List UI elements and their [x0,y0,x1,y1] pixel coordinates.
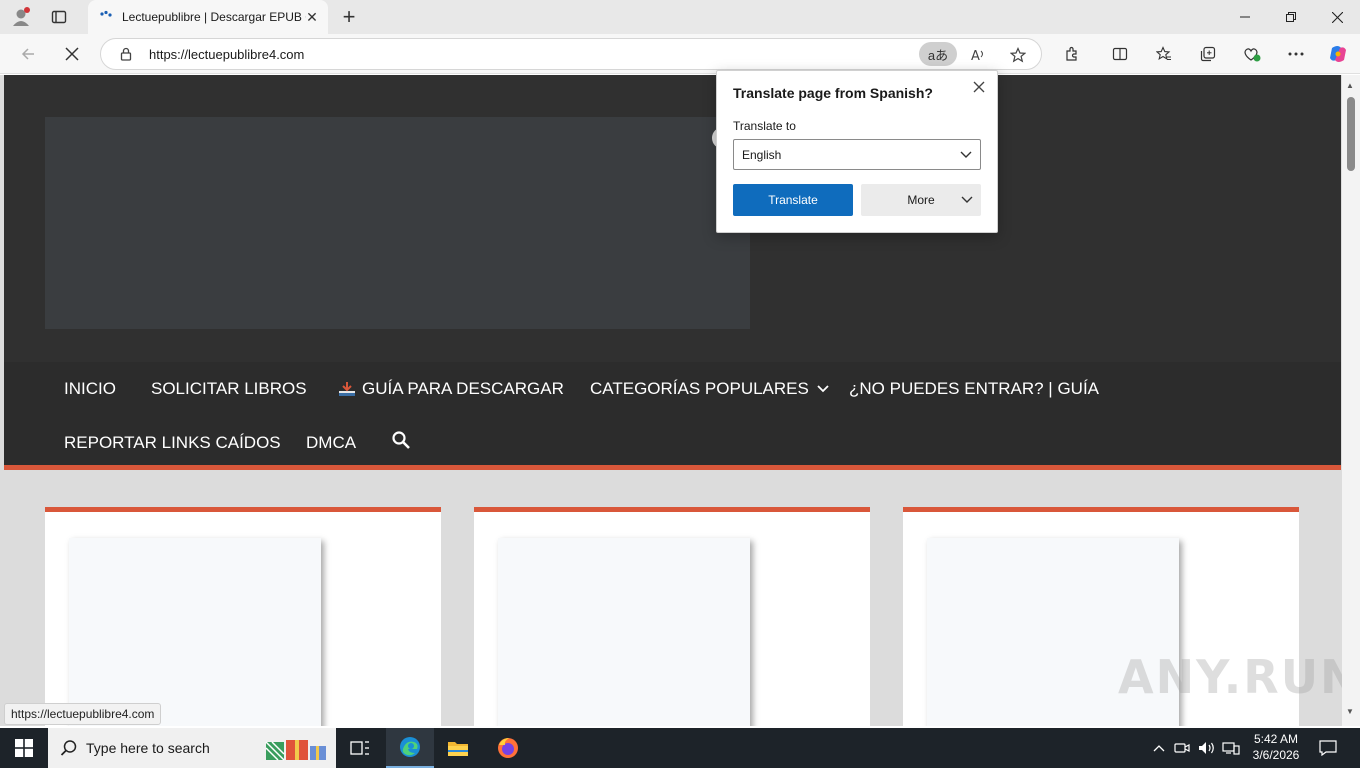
post-card[interactable] [45,507,441,726]
page-viewport: INICIO SOLICITAR LIBROS GUÍA PARA DESCAR… [0,75,1342,726]
search-placeholder: Type here to search [86,740,210,756]
nav-item-label: SOLICITAR LIBROS [151,379,307,398]
collections-icon[interactable] [1196,42,1220,66]
network-icon[interactable] [1220,728,1242,768]
active-tab[interactable]: Lectuepublibre | Descargar EPUB Gratis ✕ [88,0,328,34]
split-screen-icon[interactable] [1108,42,1132,66]
more-button-label: More [907,193,935,207]
windows-start-icon[interactable] [0,728,48,768]
nav-inicio[interactable]: INICIO [64,379,116,399]
nav-item-label: CATEGORÍAS POPULARES [590,379,809,398]
language-select[interactable]: English [733,139,981,170]
clock-date: 3/6/2026 [1252,748,1300,762]
meet-now-icon[interactable] [1172,728,1192,768]
back-arrow-icon[interactable] [14,40,42,68]
tab-close-icon[interactable]: ✕ [304,9,320,25]
taskbar-clock[interactable]: 5:42 AM 3/6/2026 [1246,731,1306,763]
nav-solicitar-libros[interactable]: SOLICITAR LIBROS [151,379,307,399]
anyrun-watermark: ANY.RUN [1118,650,1360,704]
nav-item-label: REPORTAR LINKS CAÍDOS [64,433,281,452]
read-aloud-icon[interactable]: A [967,44,989,66]
task-view-icon[interactable] [336,728,384,768]
translate-button[interactable]: Translate [733,184,853,216]
windows-taskbar: Type here to search 5:42 AM 3/6/2026 [0,728,1360,768]
nav-guia-descargar[interactable]: GUÍA PARA DESCARGAR [338,379,564,399]
firefox-icon[interactable] [484,728,532,768]
browser-toolbar: https://lectuepublibre4.com aあ A [0,34,1360,74]
settings-more-icon[interactable] [1284,42,1308,66]
nav-item-label: GUÍA PARA DESCARGAR [362,379,564,398]
popup-title: Translate page from Spanish? [733,85,933,101]
clock-time: 5:42 AM [1253,732,1299,746]
book-cover-placeholder[interactable] [69,538,321,726]
scroll-thumb[interactable] [1347,97,1355,171]
address-bar[interactable]: https://lectuepublibre4.com aあ A [100,38,1042,70]
tab-title: Lectuepublibre | Descargar EPUB Gratis [122,10,306,24]
close-icon[interactable] [969,77,989,97]
chevron-down-icon [961,193,973,207]
restore-button[interactable] [1268,0,1314,34]
site-header [4,75,1341,362]
scroll-up-arrow-icon[interactable]: ▲ [1346,81,1354,90]
nav-reportar-links[interactable]: REPORTAR LINKS CAÍDOS [64,433,281,453]
nav-item-label: DMCA [306,433,357,452]
header-banner-image[interactable] [45,117,750,329]
chevron-down-icon [817,385,829,393]
taskbar-search[interactable]: Type here to search [48,728,336,768]
site-info-lock-icon[interactable] [119,47,133,66]
copilot-icon[interactable] [1326,42,1350,66]
site-navigation: INICIO SOLICITAR LIBROS GUÍA PARA DESCAR… [4,362,1341,470]
favorite-star-icon[interactable] [1007,44,1029,66]
tab-actions-icon[interactable] [46,4,72,30]
post-card[interactable] [474,507,870,726]
search-highlight-gifts-icon [264,734,330,762]
nav-no-puedes-entrar[interactable]: ¿NO PUEDES ENTRAR? | GUÍA [849,379,1099,399]
nav-categorias-populares[interactable]: CATEGORÍAS POPULARES [590,379,829,399]
nav-item-label: INICIO [64,379,116,398]
translate-to-label: Translate to [733,119,796,133]
url-text[interactable]: https://lectuepublibre4.com [149,47,304,62]
search-icon[interactable] [391,430,411,450]
download-tray-icon [338,381,356,397]
translate-icon[interactable]: aあ [919,42,957,66]
volume-icon[interactable] [1196,728,1218,768]
notifications-icon[interactable] [1314,728,1342,768]
selected-language: English [742,147,782,162]
search-icon [60,739,78,757]
translate-popup: Translate page from Spanish? Translate t… [716,70,998,233]
book-cover-placeholder[interactable] [498,538,750,726]
browser-tab-bar: Lectuepublibre | Descargar EPUB Gratis ✕… [0,0,1360,34]
extensions-icon[interactable] [1060,42,1084,66]
minimize-button[interactable] [1222,0,1268,34]
loading-favicon-icon [98,9,114,25]
favorites-icon[interactable] [1152,42,1176,66]
page-scrollbar[interactable]: ▲ ▼ [1342,75,1360,726]
file-explorer-icon[interactable] [434,728,482,768]
nav-dmca[interactable]: DMCA [306,433,356,453]
status-bar-url: https://lectuepublibre4.com [4,703,162,725]
profile-icon[interactable] [8,4,34,30]
svg-text:A: A [971,49,980,63]
browser-essentials-icon[interactable] [1240,42,1264,66]
close-window-button[interactable] [1314,0,1360,34]
edge-taskbar-icon[interactable] [386,728,434,768]
new-tab-button[interactable]: + [336,4,362,30]
more-button[interactable]: More [861,184,981,216]
scroll-down-arrow-icon[interactable]: ▼ [1346,707,1354,716]
chevron-down-icon [960,148,972,162]
stop-loading-icon[interactable] [58,40,86,68]
nav-item-label: ¿NO PUEDES ENTRAR? | GUÍA [849,379,1100,398]
tray-overflow-chevron-icon[interactable] [1150,728,1168,768]
